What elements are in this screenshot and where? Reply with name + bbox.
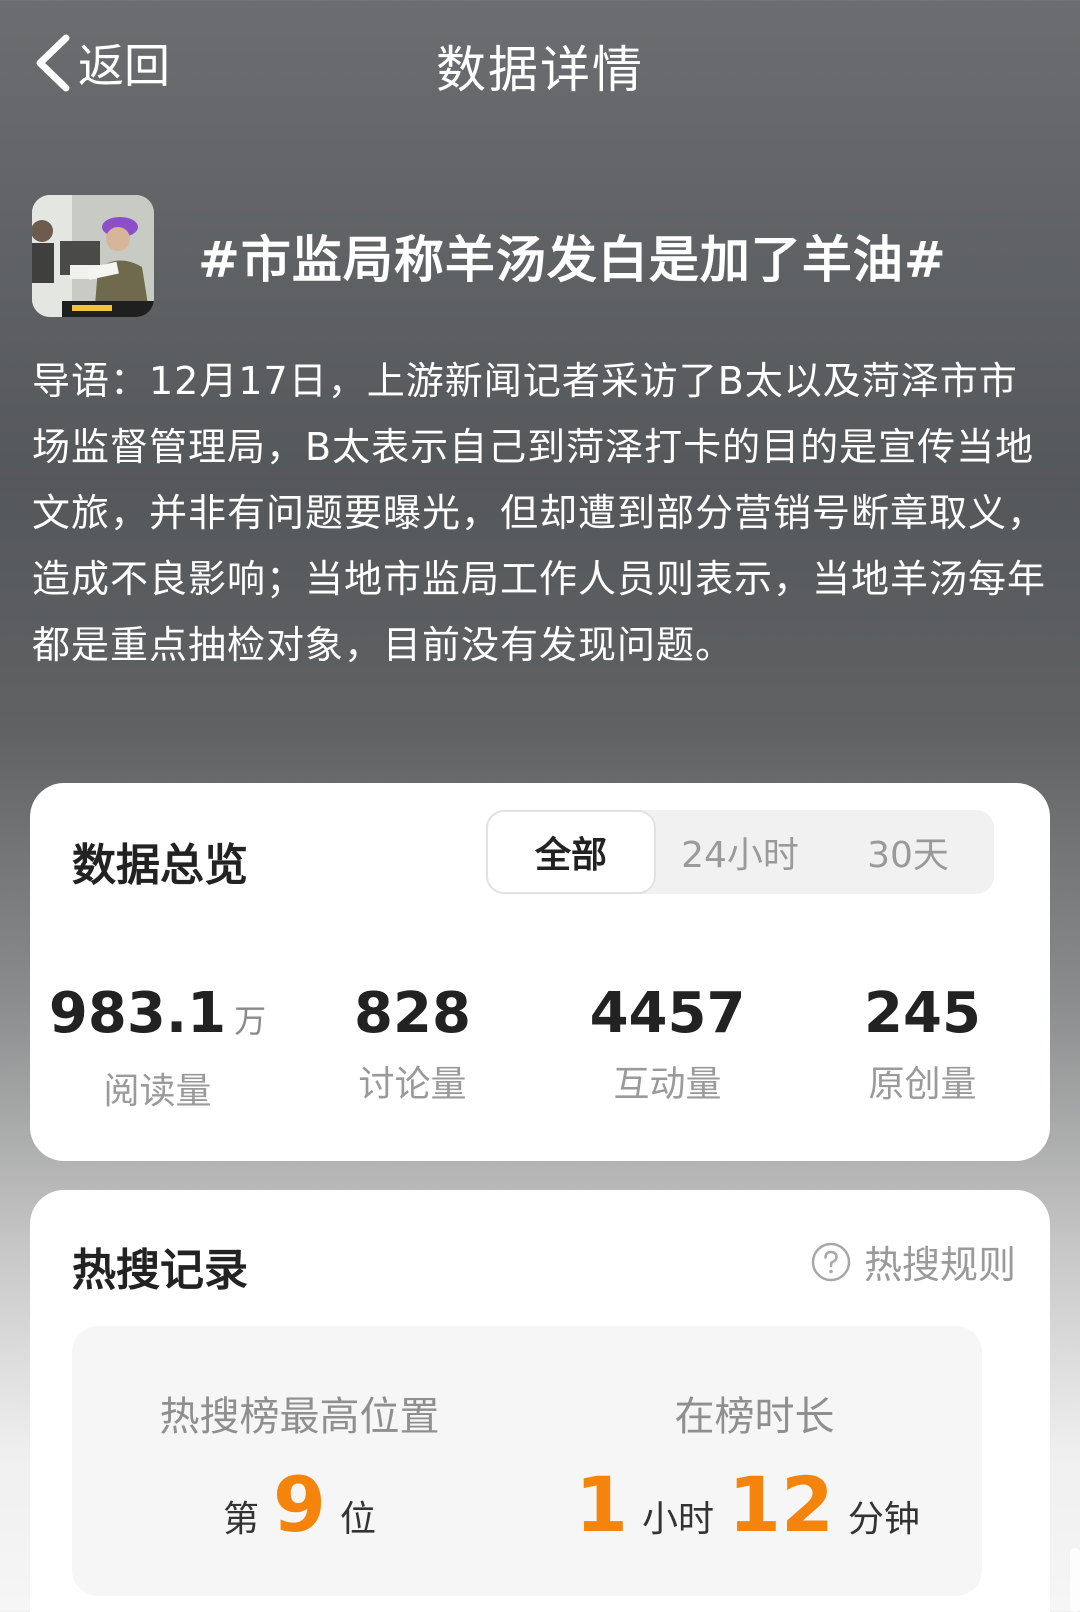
stat-interactions: 4457 互动量 xyxy=(540,979,795,1114)
time-range-tabs: 全部 24小时 30天 xyxy=(486,810,994,894)
stat-label: 讨论量 xyxy=(358,1064,467,1105)
rules-label: 热搜规则 xyxy=(863,1243,1016,1287)
minutes-unit: 分钟 xyxy=(847,1499,920,1540)
stat-value: 828 xyxy=(354,981,471,1046)
rank-prefix: 第 xyxy=(223,1499,260,1540)
on-list-duration: 在榜时长 1 小时 12 分钟 xyxy=(527,1326,982,1596)
highest-rank-value-row: 第 9 位 xyxy=(72,1460,527,1549)
highest-rank-label: 热搜榜最高位置 xyxy=(159,1394,440,1440)
tab-all[interactable]: 全部 xyxy=(486,810,656,894)
highest-rank: 热搜榜最高位置 第 9 位 xyxy=(72,1326,527,1596)
topic-thumbnail[interactable] xyxy=(32,195,154,317)
stats-row: 983.1 万 阅读量 828 讨论量 4457 互动量 245 原创量 xyxy=(30,979,1050,1114)
stat-label: 原创量 xyxy=(868,1064,977,1105)
records-title: 热搜记录 xyxy=(72,1245,248,1296)
hours-unit: 小时 xyxy=(642,1499,715,1540)
stat-value: 4457 xyxy=(589,981,746,1046)
topic-title: #市监局称羊汤发白是加了羊油# xyxy=(198,231,947,289)
data-overview-card: 数据总览 全部 24小时 30天 983.1 万 阅读量 828 讨论量 4457… xyxy=(30,783,1050,1161)
topic-header: #市监局称羊汤发白是加了羊油# xyxy=(32,194,1048,318)
hot-search-record-card: 热搜记录 热搜规则 热搜榜最高位置 第 9 位 在榜时长 1 小时 12 分钟 xyxy=(30,1190,1050,1612)
stat-value: 983.1 万 xyxy=(30,979,285,1056)
stat-original: 245 原创量 xyxy=(795,979,1050,1114)
topic-intro: 导语：12月17日，上游新闻记者采访了B太以及菏泽市市场监督管理局，B太表示自己… xyxy=(32,359,1047,667)
stat-value: 245 xyxy=(864,981,981,1046)
question-circle-icon xyxy=(811,1242,851,1281)
thumbnail-image xyxy=(32,195,154,317)
page-title: 数据详情 xyxy=(436,41,644,99)
tab-30d[interactable]: 30天 xyxy=(824,810,992,894)
record-summary-box: 热搜榜最高位置 第 9 位 在榜时长 1 小时 12 分钟 xyxy=(72,1326,982,1596)
duration-hours: 1 xyxy=(575,1460,629,1549)
hot-search-rules-link[interactable]: 热搜规则 xyxy=(810,1234,1016,1289)
reads-value: 983.1 xyxy=(48,981,227,1046)
scroll-indicator[interactable] xyxy=(1070,1548,1080,1612)
rank-value: 9 xyxy=(273,1460,326,1549)
duration-value-row: 1 小时 12 分钟 xyxy=(527,1460,982,1549)
stat-reads: 983.1 万 阅读量 xyxy=(30,979,285,1114)
tab-24h[interactable]: 24小时 xyxy=(656,810,824,894)
duration-label: 在榜时长 xyxy=(674,1394,835,1440)
reads-unit: 万 xyxy=(234,1002,267,1040)
overview-title: 数据总览 xyxy=(72,840,248,891)
duration-minutes: 12 xyxy=(728,1460,834,1549)
top-nav-bar: 返回 数据详情 xyxy=(0,0,1080,128)
stat-label: 阅读量 xyxy=(103,1071,212,1112)
rank-suffix: 位 xyxy=(339,1499,376,1540)
stat-label: 互动量 xyxy=(613,1064,722,1105)
stat-discussions: 828 讨论量 xyxy=(285,979,540,1114)
